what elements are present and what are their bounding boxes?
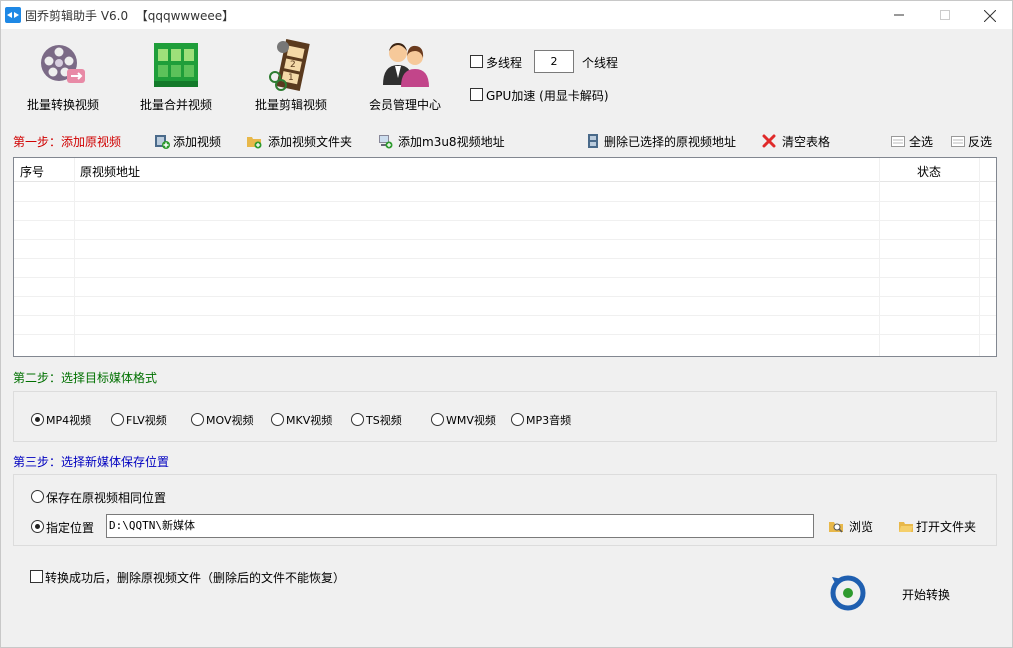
film-delete-icon: [586, 133, 602, 149]
network-add-icon: [377, 133, 393, 149]
format-radio-mp4[interactable]: [31, 413, 44, 426]
row-divider: [14, 277, 996, 278]
batch-merge-label: 批量合并视频: [139, 98, 212, 112]
minimize-button[interactable]: [876, 1, 922, 29]
format-radio-ts[interactable]: [351, 413, 364, 426]
delete-selected-label: 删除已选择的原视频地址: [604, 135, 737, 149]
users-icon: [379, 39, 431, 91]
same-location-label: 保存在原视频相同位置: [46, 491, 167, 505]
format-radio-mp3[interactable]: [511, 413, 524, 426]
row-divider: [14, 201, 996, 202]
add-m3u8-label: 添加m3u8视频地址: [398, 135, 505, 149]
column-header-status[interactable]: 状态: [917, 163, 941, 180]
red-x-icon: [761, 133, 777, 149]
format-radio-mov[interactable]: [191, 413, 204, 426]
row-divider: [14, 220, 996, 221]
row-divider: [14, 296, 996, 297]
batch-convert-label: 批量转换视频: [26, 98, 99, 112]
member-center-button[interactable]: 会员管理中心: [365, 35, 445, 115]
add-video-label: 添加视频: [173, 135, 222, 149]
folder-search-icon: [828, 518, 844, 534]
window-title: 固乔剪辑助手 V6.0 【qqqwwweee】: [25, 9, 235, 23]
batch-convert-button[interactable]: 批量转换视频: [21, 35, 105, 115]
column-header-index[interactable]: 序号: [20, 163, 44, 180]
add-folder-label: 添加视频文件夹: [268, 135, 353, 149]
delete-after-checkbox[interactable]: [30, 570, 43, 583]
same-location-radio[interactable]: [31, 490, 44, 503]
invert-selection-label: 反选: [968, 135, 993, 149]
step3-title: 第三步：选择新媒体保存位置: [13, 455, 170, 469]
delete-after-label: 转换成功后，删除原视频文件（删除后的文件不能恢复）: [45, 571, 346, 585]
app-window: 固乔剪辑助手 V6.0 【qqqwwweee】 批量转换视频 批量合并视频 2 …: [0, 0, 1013, 648]
multithread-label: 多线程: [486, 56, 523, 70]
format-label-ts: TS视频: [366, 414, 402, 427]
select-all-icon: [890, 133, 906, 149]
refresh-icon[interactable]: [830, 575, 866, 611]
row-divider: [14, 315, 996, 316]
gpu-checkbox[interactable]: [470, 88, 483, 101]
film-strip-icon: 2 1: [265, 39, 317, 91]
format-radio-flv[interactable]: [111, 413, 124, 426]
batch-merge-button[interactable]: 批量合并视频: [136, 35, 216, 115]
folder-add-icon: [246, 133, 262, 149]
browse-label: 浏览: [849, 520, 874, 534]
multithread-checkbox[interactable]: [470, 55, 483, 68]
format-radio-mkv[interactable]: [271, 413, 284, 426]
member-center-label: 会员管理中心: [368, 98, 441, 112]
thread-unit-label: 个线程: [582, 56, 619, 70]
format-label-flv: FLV视频: [126, 414, 167, 427]
maximize-button: [922, 1, 968, 29]
merge-grid-icon: [150, 39, 202, 91]
row-divider: [14, 239, 996, 240]
batch-edit-button[interactable]: 2 1 批量剪辑视频: [251, 35, 331, 115]
select-all-label: 全选: [909, 135, 934, 149]
add-video-icon: [154, 133, 170, 149]
format-label-mov: MOV视频: [206, 414, 254, 427]
column-header-source[interactable]: 原视频地址: [80, 163, 140, 180]
step2-title: 第二步：选择目标媒体格式: [13, 371, 158, 385]
thread-count-input[interactable]: 2: [534, 50, 574, 73]
format-radio-wmv[interactable]: [431, 413, 444, 426]
format-label-mp3: MP3音频: [526, 414, 572, 427]
format-label-mp4: MP4视频: [46, 414, 92, 427]
clear-table-label: 清空表格: [782, 135, 831, 149]
format-label-mkv: MKV视频: [286, 414, 333, 427]
step1-title: 第一步：添加原视频: [13, 135, 122, 149]
output-path-input[interactable]: D:\QQTN\新媒体: [106, 514, 814, 538]
custom-location-label: 指定位置: [46, 521, 95, 535]
film-reel-icon: [37, 39, 89, 91]
row-divider: [14, 334, 996, 335]
svg-text:2: 2: [290, 60, 296, 70]
format-label-wmv: WMV视频: [446, 414, 496, 427]
gpu-label: GPU加速 (用显卡解码): [486, 89, 609, 103]
table-header: 序号 原视频地址 状态: [14, 158, 996, 182]
custom-location-radio[interactable]: [31, 520, 44, 533]
app-logo-icon: [5, 7, 21, 23]
format-group: MP4视频 FLV视频 MOV视频 MKV视频 TS视频 WMV视频 MP3音频: [13, 391, 997, 442]
title-bar: 固乔剪辑助手 V6.0 【qqqwwweee】: [1, 1, 1012, 29]
start-button[interactable]: 开始转换: [902, 586, 950, 603]
close-button[interactable]: [966, 1, 1012, 29]
batch-edit-label: 批量剪辑视频: [254, 98, 327, 112]
folder-open-icon: [898, 518, 914, 534]
row-divider: [14, 258, 996, 259]
invert-selection-icon: [950, 133, 966, 149]
svg-text:1: 1: [288, 73, 294, 83]
video-table[interactable]: 序号 原视频地址 状态: [13, 157, 997, 357]
open-folder-label: 打开文件夹: [916, 520, 977, 534]
